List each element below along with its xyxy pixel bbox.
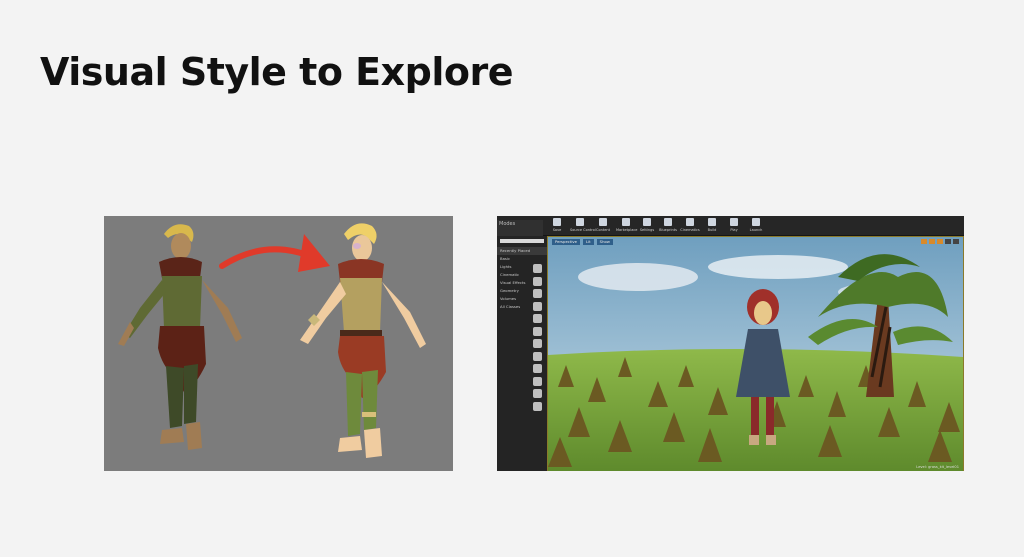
- actor-icon[interactable]: [533, 301, 542, 311]
- source-control-icon: [576, 218, 584, 226]
- toolbar-save-button[interactable]: Save: [547, 218, 567, 234]
- search-input[interactable]: [500, 239, 544, 243]
- cinematics-icon: [686, 218, 694, 226]
- character-comparison-image: [104, 216, 453, 471]
- toolbar-content-button[interactable]: Content: [593, 218, 613, 234]
- play-icon: [730, 218, 738, 226]
- settings-icon: [643, 218, 651, 226]
- toolbar-cinematics-button[interactable]: Cinematics: [680, 218, 700, 234]
- category-basic[interactable]: Basic: [497, 255, 547, 263]
- game-engine-screenshot: Modes Save Source Control Content Market…: [497, 216, 964, 471]
- blueprints-icon: [664, 218, 672, 226]
- toolbar-build-button[interactable]: Build: [702, 218, 722, 234]
- camera-speed-icon[interactable]: [945, 239, 951, 244]
- editor-toolbar: Modes Save Source Control Content Market…: [497, 216, 964, 236]
- actor-icon[interactable]: [533, 376, 542, 386]
- save-icon: [553, 218, 561, 226]
- perspective-button[interactable]: Perspective: [552, 239, 580, 245]
- actor-icon[interactable]: [533, 326, 542, 336]
- modes-tab-label: Modes: [499, 221, 516, 227]
- grid-icon[interactable]: [937, 239, 943, 244]
- actor-icon[interactable]: [533, 289, 542, 298]
- actor-icon[interactable]: [533, 401, 542, 411]
- actor-icon[interactable]: [533, 364, 542, 373]
- snap-icon[interactable]: [921, 239, 927, 244]
- actor-icon-list: [531, 264, 544, 414]
- build-icon: [708, 218, 716, 226]
- place-actors-panel: Recently Placed Basic Lights Cinematic V…: [497, 236, 548, 471]
- toolbar-settings-button[interactable]: Settings: [637, 218, 657, 234]
- level-name-label: Level: grass_kit_level01: [916, 465, 959, 469]
- character-before: [118, 224, 242, 450]
- toolbar-blueprints-button[interactable]: Blueprints: [658, 218, 678, 234]
- modes-panel-tab[interactable]: Modes: [497, 220, 543, 236]
- category-recently-placed[interactable]: Recently Placed: [497, 247, 547, 255]
- page-title: Visual Style to Explore: [40, 50, 513, 94]
- toolbar-source-control-button[interactable]: Source Control: [570, 218, 596, 234]
- maximize-icon[interactable]: [953, 239, 959, 244]
- actor-icon[interactable]: [533, 264, 542, 273]
- marketplace-icon: [622, 218, 630, 226]
- content-icon: [599, 218, 607, 226]
- show-button[interactable]: Show: [596, 239, 613, 245]
- toolbar-launch-button[interactable]: Launch: [746, 218, 766, 234]
- toolbar-play-button[interactable]: Play: [724, 218, 744, 234]
- actor-icon[interactable]: [533, 276, 542, 286]
- actor-icon[interactable]: [533, 389, 542, 398]
- viewport-options-bar: Perspective Lit Show: [552, 239, 613, 245]
- viewport-snap-controls: [921, 239, 959, 244]
- lit-button[interactable]: Lit: [583, 239, 594, 245]
- level-viewport[interactable]: Perspective Lit Show Level: grass_kit_le…: [547, 236, 964, 471]
- red-arrow-icon: [219, 234, 330, 272]
- actor-icon[interactable]: [533, 351, 542, 361]
- snap-icon[interactable]: [929, 239, 935, 244]
- launch-icon: [752, 218, 760, 226]
- actor-icon[interactable]: [533, 339, 542, 348]
- toolbar-marketplace-button[interactable]: Marketplace: [616, 218, 637, 234]
- actor-icon[interactable]: [533, 314, 542, 323]
